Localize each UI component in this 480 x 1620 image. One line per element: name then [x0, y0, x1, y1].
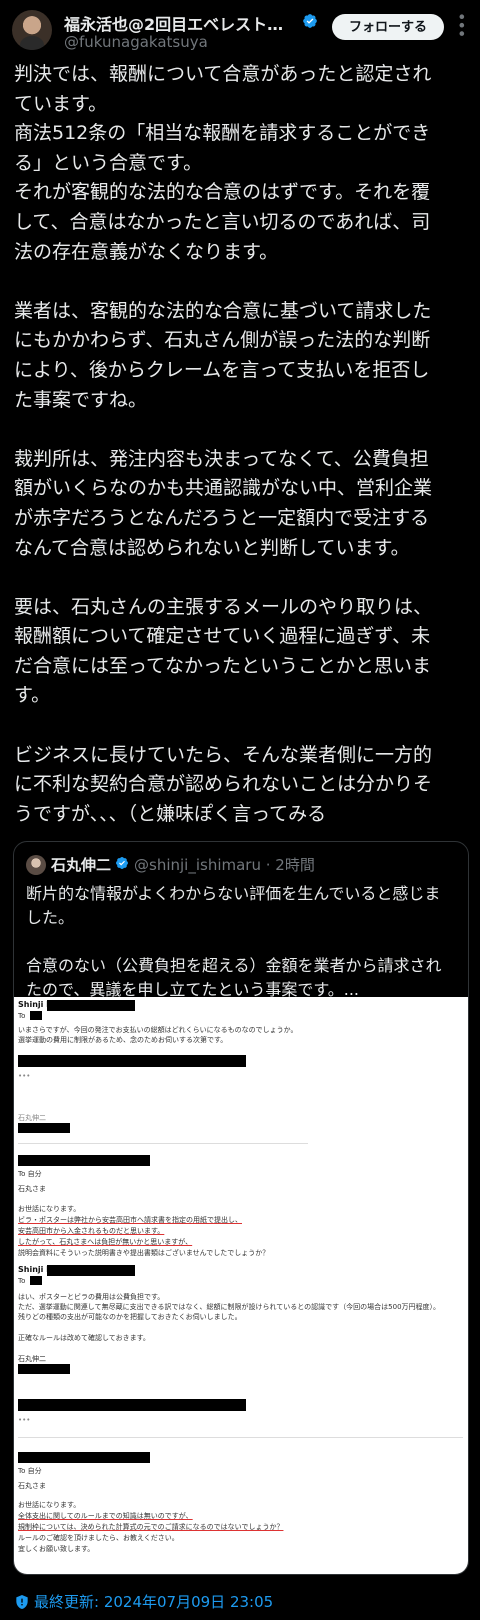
tweet-paragraph: 業者は、客観的な法的な合意に基づいて請求した にもかかわらず、石丸さん側が誤った… — [14, 297, 466, 415]
shield-update-icon — [16, 1594, 28, 1609]
email-sender: Shinji I — [18, 1265, 50, 1274]
text-line: 判決では、報酬について合意があったと認定され — [14, 63, 432, 85]
email-signature: 石丸伸二 — [18, 1355, 46, 1363]
redaction-bar — [30, 1276, 42, 1285]
email-line: したがって、石丸さまへは負担が無いかと思いますが、 — [18, 1238, 193, 1246]
quoted-tweet-text: 断片的な情報がよくわからない評価を生んでいると感じま した。 合意のない（公費負… — [26, 882, 461, 1002]
redaction-bar — [47, 1000, 135, 1011]
email-line: 規制枠については、決められた計算式の元でのご請求になるのではないでしょうか？ — [18, 1523, 284, 1531]
last-updated-text: 最終更新: 2024年07月09日 23:05 — [34, 1593, 274, 1611]
author-handle[interactable]: @fukunagakatsuya — [64, 33, 208, 51]
redaction-bar — [47, 1265, 135, 1276]
email-expand[interactable]: ••• — [18, 1071, 30, 1081]
email-line: お世話になります。 — [18, 1501, 81, 1509]
more-dots-icon[interactable]: ••• — [452, 12, 471, 37]
text-line: だ合意には至ってなかったということかと思いま — [14, 654, 432, 677]
text-line: して、合意はなかったと言い切るのであれば、司 — [14, 210, 431, 233]
redaction-bar — [18, 1123, 70, 1133]
text-line: 商法512条の「相当な報酬を請求することができ — [14, 122, 431, 145]
text-line: ビジネスに長けていたら、そんな業者側に一方的 — [14, 743, 433, 766]
text-line: により、後からクレームを言って支払いを拒否し — [14, 358, 430, 381]
text-line: 要は、石丸さんの主張するメールのやり取りは、 — [14, 595, 433, 618]
text-line: 法の存在意義がなくなります。 — [14, 240, 279, 263]
email-line: ルールのご確認を頂けましたら、お教えください。 — [18, 1534, 179, 1542]
text-line: 報酬額について確定させていく過程に過ぎず、未 — [14, 625, 431, 648]
follow-button[interactable]: フォローする — [332, 14, 444, 40]
email-to: To — [18, 1012, 26, 1020]
email-line: いまさらですが、今回の発注でお支払いの総額はどれくらいになるものなのでしょうか。 — [18, 1026, 298, 1034]
quoted-author-handle-time[interactable]: @shinji_ishimaru · 2時間 — [134, 854, 315, 875]
text-line: なんて合意は認められないと判断しています。 — [14, 536, 410, 559]
text-line: それが客観的な法的な合意のはずです。それを覆 — [14, 181, 431, 204]
tweet-paragraph: ビジネスに長けていたら、そんな業者側に一方的 に不利な契約合意が認められないこと… — [14, 741, 466, 830]
email-line: 安芸高田市から入金されるものだと思います。 — [18, 1227, 165, 1235]
text-line: 断片的な情報がよくわからない評価を生んでいると感じま — [26, 884, 441, 903]
email-line: 正確なルールは改めて確認しておきます。 — [18, 1334, 150, 1342]
email-line: 全体支出に関してのルールまでの知識は無いのですが、 — [18, 1512, 193, 1520]
email-sender: Shinji I — [18, 1000, 50, 1009]
quoted-tweet-card[interactable]: 石丸伸二 @shinji_ishimaru · 2時間 断片的な情報がよくわから… — [13, 841, 469, 1575]
tweet-paragraph: 裁判所は、発注内容も決まってなくて、公費負担 額がいくらなのかも共通認識がない中… — [14, 445, 466, 563]
text-line: る」という合意です。 — [14, 151, 203, 174]
email-expand[interactable]: ••• — [18, 1415, 30, 1425]
text-line: した。 — [26, 908, 75, 927]
text-line: 額がいくらなのかも共通認識がない中、営利企業 — [14, 477, 433, 500]
text-line: 合意のない（公費負担を超える）金額を業者から請求され — [26, 956, 442, 975]
email-line: ビラ・ポスターは弊社から安芸高田市へ請求書を指定の用紙で提出し、 — [18, 1216, 242, 1224]
email-line: 残りどの種類の支出が可能なのかを把握しておきたくお伺いしました。 — [18, 1313, 242, 1321]
text-line: にもかかわらず、石丸さん側が誤った法的な判断 — [14, 329, 431, 352]
redaction-bar — [18, 1399, 246, 1411]
author-avatar[interactable] — [12, 10, 52, 50]
email-line: 石丸さま — [18, 1185, 46, 1193]
last-updated-link[interactable]: 最終更新: 2024年07月09日 23:05 — [14, 1591, 273, 1612]
email-screenshot-image[interactable]: Shinji I To いまさらですが、今回の発注でお支払いの総額はどれくらいに… — [14, 997, 468, 1574]
text-line: す。 — [14, 684, 51, 707]
divider — [18, 1143, 308, 1144]
email-to: To 自分 — [18, 1170, 42, 1178]
redaction-bar — [18, 1155, 150, 1166]
text-line: 裁判所は、発注内容も決まってなくて、公費負担 — [14, 447, 429, 470]
email-to: To — [18, 1277, 26, 1285]
email-to: To 自分 — [18, 1467, 42, 1475]
tweet-header: 福永活也@2回目エベレスト登… @fukunagakatsuya フォローする … — [0, 0, 480, 58]
email-line: 説明会資料にそういった説明書きや提出書類はございませんでしたでしょうか？ — [18, 1249, 270, 1257]
email-line: はい、ポスターとビラの費用は公費負担です。 — [18, 1293, 165, 1301]
verified-badge-icon — [116, 857, 128, 869]
text-line: が赤字だろうとなんだろうと一定額内で受注する — [14, 506, 430, 529]
email-line: 選挙運動の費用に制限があるため、念のためお伺いする次第です。 — [18, 1036, 228, 1044]
tweet-text: 判決では、報酬について合意があったと認定され ています。 商法512条の「相当な… — [14, 60, 466, 859]
verified-badge-icon — [303, 14, 317, 28]
quoted-author-name[interactable]: 石丸伸二 — [51, 854, 111, 875]
redaction-bar — [18, 1452, 150, 1463]
email-line: ただ、選挙運動に関連して無尽蔵に支出できる訳ではなく、総額に制限が設けられている… — [18, 1303, 441, 1311]
redaction-bar — [18, 1055, 246, 1067]
text-line: うですが、、、（と嫌味ぽく言ってみる — [14, 802, 327, 825]
text-line: に不利な契約合意が認められないことは分かりそ — [14, 773, 433, 796]
quoted-author-avatar[interactable] — [26, 855, 46, 875]
email-line: 石丸さま — [18, 1482, 46, 1490]
text-line: ています。 — [14, 92, 108, 115]
email-line: 宜しくお願い致します。 — [18, 1545, 95, 1553]
tweet-paragraph: 要は、石丸さんの主張するメールのやり取りは、 報酬額について確定させていく過程に… — [14, 593, 466, 711]
tweet-paragraph: 判決では、報酬について合意があったと認定され ています。 商法512条の「相当な… — [14, 60, 466, 267]
text-line: 業者は、客観的な法的な合意に基づいて請求した — [14, 299, 432, 322]
divider — [18, 1437, 463, 1438]
redaction-bar — [30, 1011, 42, 1020]
email-signature: 石丸伸二 — [18, 1114, 46, 1122]
email-line: お世話になります。 — [18, 1205, 81, 1213]
text-line: た事案ですね。 — [14, 388, 148, 411]
author-display-name[interactable]: 福永活也@2回目エベレスト登… — [64, 11, 299, 35]
redaction-bar — [18, 1364, 70, 1374]
